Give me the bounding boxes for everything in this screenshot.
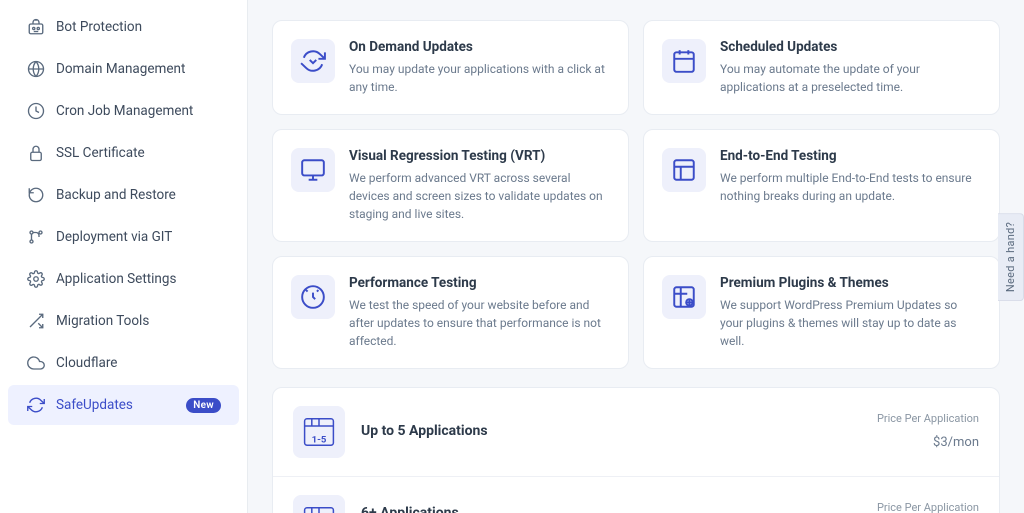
- sidebar-item-bot-protection[interactable]: Bot Protection: [8, 7, 239, 47]
- sidebar-item-safe-updates-label: SafeUpdates: [56, 397, 176, 413]
- sidebar: Bot Protection Domain Management Cron Jo…: [0, 0, 248, 513]
- feature-card-premium-plugins: Premium Plugins & Themes We support Word…: [643, 256, 1000, 369]
- performance-testing-title: Performance Testing: [349, 275, 610, 291]
- sidebar-item-backup-and-restore-label: Backup and Restore: [56, 187, 221, 203]
- sidebar-item-migration-tools[interactable]: Migration Tools: [8, 301, 239, 341]
- sync-icon: [26, 395, 46, 415]
- performance-testing-content: Performance Testing We test the speed of…: [349, 275, 610, 350]
- on-demand-updates-description: You may update your applications with a …: [349, 60, 610, 96]
- e2e-content: End-to-End Testing We perform multiple E…: [720, 148, 981, 205]
- scheduled-updates-title: Scheduled Updates: [720, 39, 981, 55]
- globe-icon: [26, 59, 46, 79]
- on-demand-updates-title: On Demand Updates: [349, 39, 610, 55]
- scheduled-updates-icon: [662, 39, 706, 83]
- pricing-icon-6-plus: 6: [293, 495, 345, 513]
- sidebar-item-ssl-certificate[interactable]: SSL Certificate: [8, 133, 239, 173]
- per-app-label-6-plus: Price Per Application: [877, 501, 979, 513]
- premium-plugins-description: We support WordPress Premium Updates so …: [720, 296, 981, 350]
- on-demand-updates-content: On Demand Updates You may update your ap…: [349, 39, 610, 96]
- clock-icon: [26, 101, 46, 121]
- cloud-icon: [26, 353, 46, 373]
- premium-plugins-title: Premium Plugins & Themes: [720, 275, 981, 291]
- sidebar-item-application-settings-label: Application Settings: [56, 271, 221, 287]
- gear-icon: [26, 269, 46, 289]
- scheduled-updates-content: Scheduled Updates You may automate the u…: [720, 39, 981, 96]
- vrt-description: We perform advanced VRT across several d…: [349, 169, 610, 223]
- pricing-title-6-plus: 6+ Applications: [361, 505, 861, 513]
- robot-icon: [26, 17, 46, 37]
- pricing-amount-6-plus: Price Per Application $2/mon: [877, 501, 979, 513]
- per-app-label-up-to-5: Price Per Application: [877, 412, 979, 425]
- svg-text:1-5: 1-5: [312, 434, 327, 445]
- feature-card-e2e: End-to-End Testing We perform multiple E…: [643, 129, 1000, 242]
- performance-testing-icon: [291, 275, 335, 319]
- per-mon-up-to-5: /mon: [948, 435, 979, 450]
- pricing-amount-up-to-5: Price Per Application $3/mon: [877, 412, 979, 452]
- pricing-title-up-to-5: Up to 5 Applications: [361, 423, 861, 439]
- git-icon: [26, 227, 46, 247]
- sidebar-item-domain-management-label: Domain Management: [56, 61, 221, 77]
- pricing-icon-up-to-5: 1-5: [293, 406, 345, 458]
- e2e-description: We perform multiple End-to-End tests to …: [720, 169, 981, 205]
- scheduled-updates-description: You may automate the update of your appl…: [720, 60, 981, 96]
- vrt-title: Visual Regression Testing (VRT): [349, 148, 610, 164]
- pricing-row-6-plus: 6 6+ Applications Save an extra $1 when …: [273, 477, 999, 513]
- need-hand-tab[interactable]: Need a hand?: [998, 212, 1024, 300]
- price-up-to-5: $3/mon: [877, 427, 979, 452]
- lock-icon: [26, 143, 46, 163]
- new-badge: New: [186, 398, 221, 413]
- pricing-text-up-to-5: Up to 5 Applications: [361, 423, 861, 442]
- sidebar-item-deployment-via-git-label: Deployment via GIT: [56, 229, 221, 245]
- sidebar-item-backup-and-restore[interactable]: Backup and Restore: [8, 175, 239, 215]
- on-demand-updates-icon: [291, 39, 335, 83]
- e2e-title: End-to-End Testing: [720, 148, 981, 164]
- premium-plugins-icon: [662, 275, 706, 319]
- main-content: On Demand Updates You may update your ap…: [248, 0, 1024, 513]
- backup-icon: [26, 185, 46, 205]
- feature-card-performance-testing: Performance Testing We test the speed of…: [272, 256, 629, 369]
- sidebar-item-cron-job-management[interactable]: Cron Job Management: [8, 91, 239, 131]
- sidebar-item-cron-job-management-label: Cron Job Management: [56, 103, 221, 119]
- vrt-icon: [291, 148, 335, 192]
- pricing-row-up-to-5: 1-5 Up to 5 Applications Price Per Appli…: [273, 388, 999, 477]
- sidebar-item-ssl-certificate-label: SSL Certificate: [56, 145, 221, 161]
- pricing-text-6-plus: 6+ Applications Save an extra $1 when yo…: [361, 505, 861, 513]
- premium-plugins-content: Premium Plugins & Themes We support Word…: [720, 275, 981, 350]
- pricing-section: 1-5 Up to 5 Applications Price Per Appli…: [272, 387, 1000, 513]
- sidebar-item-cloudflare[interactable]: Cloudflare: [8, 343, 239, 383]
- sidebar-item-application-settings[interactable]: Application Settings: [8, 259, 239, 299]
- sidebar-item-domain-management[interactable]: Domain Management: [8, 49, 239, 89]
- feature-card-on-demand-updates: On Demand Updates You may update your ap…: [272, 20, 629, 115]
- performance-testing-description: We test the speed of your website before…: [349, 296, 610, 350]
- vrt-content: Visual Regression Testing (VRT) We perfo…: [349, 148, 610, 223]
- sidebar-item-deployment-via-git[interactable]: Deployment via GIT: [8, 217, 239, 257]
- sidebar-item-bot-protection-label: Bot Protection: [56, 19, 221, 35]
- feature-cards-grid: On Demand Updates You may update your ap…: [272, 20, 1000, 369]
- sidebar-item-migration-tools-label: Migration Tools: [56, 313, 221, 329]
- need-hand-wrapper: Need a hand?: [998, 212, 1024, 300]
- feature-card-scheduled-updates: Scheduled Updates You may automate the u…: [643, 20, 1000, 115]
- sidebar-item-safe-updates[interactable]: SafeUpdates New: [8, 385, 239, 425]
- feature-card-vrt: Visual Regression Testing (VRT) We perfo…: [272, 129, 629, 242]
- migration-icon: [26, 311, 46, 331]
- sidebar-item-cloudflare-label: Cloudflare: [56, 355, 221, 371]
- e2e-icon: [662, 148, 706, 192]
